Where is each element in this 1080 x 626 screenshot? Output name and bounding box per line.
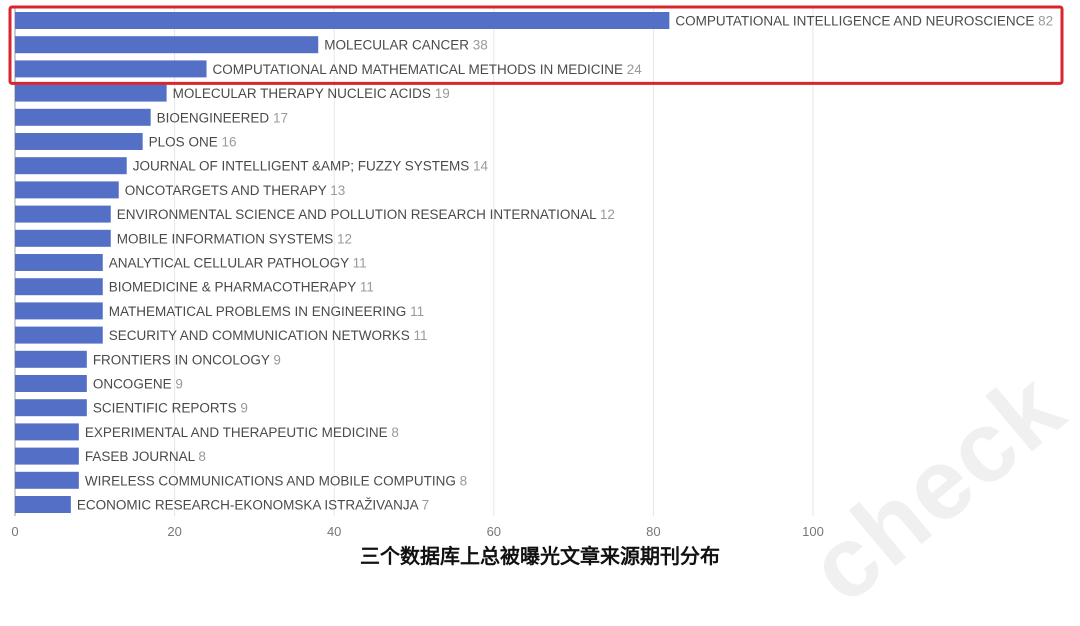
bar-value: 8 [460, 473, 468, 488]
x-tick-label: 60 [487, 524, 501, 539]
bar [15, 205, 111, 223]
bar-category: MOLECULAR CANCER [324, 38, 473, 53]
bar-value: 11 [410, 304, 424, 319]
bar [15, 423, 79, 441]
bar-category: COMPUTATIONAL INTELLIGENCE AND NEUROSCIE… [675, 14, 1038, 29]
bar [15, 108, 151, 126]
bar-category: COMPUTATIONAL AND MATHEMATICAL METHODS I… [213, 62, 627, 77]
bar-category: MATHEMATICAL PROBLEMS IN ENGINEERING [109, 304, 410, 319]
x-tick-label: 80 [646, 524, 660, 539]
bar-value: 8 [391, 425, 399, 440]
bar-category: JOURNAL OF INTELLIGENT &AMP; FUZZY SYSTE… [133, 159, 473, 174]
bar-value: 13 [330, 183, 345, 198]
bar-category: ENVIRONMENTAL SCIENCE AND POLLUTION RESE… [117, 207, 600, 222]
bar [15, 181, 119, 199]
bar-category: WIRELESS COMMUNICATIONS AND MOBILE COMPU… [85, 473, 460, 488]
bar-value: 9 [175, 377, 183, 392]
bar [15, 229, 111, 247]
bar-label: FASEB JOURNAL 8 [85, 449, 206, 464]
bar-label: JOURNAL OF INTELLIGENT &AMP; FUZZY SYSTE… [133, 159, 489, 174]
bar-category: FASEB JOURNAL [85, 449, 199, 464]
bar-value: 8 [198, 449, 206, 464]
bar-label: COMPUTATIONAL AND MATHEMATICAL METHODS I… [213, 62, 643, 77]
bar-value: 19 [435, 86, 450, 101]
bar-label: WIRELESS COMMUNICATIONS AND MOBILE COMPU… [85, 473, 467, 488]
bar-label: BIOENGINEERED 17 [157, 110, 288, 125]
bar [15, 496, 71, 513]
bar-label: MATHEMATICAL PROBLEMS IN ENGINEERING 11 [109, 304, 424, 319]
bar [15, 326, 103, 344]
bar-value: 82 [1038, 14, 1053, 29]
bar-label: ENVIRONMENTAL SCIENCE AND POLLUTION RESE… [117, 207, 615, 222]
bar-value: 11 [414, 328, 428, 343]
bar-label: FRONTIERS IN ONCOLOGY 9 [93, 352, 281, 367]
bar-value: 11 [360, 280, 374, 295]
bar-label: MOBILE INFORMATION SYSTEMS 12 [117, 231, 352, 246]
bar-label: MOLECULAR CANCER 38 [324, 38, 488, 53]
bar-value: 9 [240, 401, 248, 416]
bar-value: 7 [422, 498, 430, 513]
bar-label: COMPUTATIONAL INTELLIGENCE AND NEUROSCIE… [675, 14, 1053, 29]
bar-value: 17 [273, 110, 288, 125]
bar [15, 133, 143, 150]
bar-label: PLOS ONE 16 [149, 135, 237, 150]
bar [15, 375, 87, 392]
bar-category: ECONOMIC RESEARCH-EKONOMSKA ISTRAŽIVANJA [77, 498, 422, 513]
bar [15, 60, 207, 78]
bar-label: MOLECULAR THERAPY NUCLEIC ACIDS 19 [173, 86, 450, 101]
bar-value: 16 [221, 135, 236, 150]
bar-label: ONCOTARGETS AND THERAPY 13 [125, 183, 346, 198]
bar-label: EXPERIMENTAL AND THERAPEUTIC MEDICINE 8 [85, 425, 399, 440]
bar-category: FRONTIERS IN ONCOLOGY [93, 352, 274, 367]
bar-category: ANALYTICAL CELLULAR PATHOLOGY [109, 256, 353, 271]
bar [15, 302, 103, 320]
bar-value: 11 [353, 256, 367, 271]
bar [15, 84, 167, 102]
bar-category: EXPERIMENTAL AND THERAPEUTIC MEDICINE [85, 425, 392, 440]
bar-category: BIOENGINEERED [157, 110, 273, 125]
x-tick-label: 40 [327, 524, 341, 539]
bar-value: 38 [473, 38, 488, 53]
bar-label: SCIENTIFIC REPORTS 9 [93, 401, 248, 416]
bar-value: 24 [627, 62, 643, 77]
x-tick-label: 20 [167, 524, 181, 539]
bar-value: 12 [337, 231, 352, 246]
bar-label: BIOMEDICINE & PHARMACOTHERAPY 11 [109, 280, 374, 295]
bar [15, 350, 87, 368]
bar-category: BIOMEDICINE & PHARMACOTHERAPY [109, 280, 360, 295]
bar-label: SECURITY AND COMMUNICATION NETWORKS 11 [109, 328, 428, 343]
bar [15, 254, 103, 271]
bar [15, 12, 670, 29]
bar-value: 12 [600, 207, 615, 222]
bar [15, 399, 87, 417]
bar-category: SECURITY AND COMMUNICATION NETWORKS [109, 328, 414, 343]
bar-category: MOBILE INFORMATION SYSTEMS [117, 231, 337, 246]
bar-category: MOLECULAR THERAPY NUCLEIC ACIDS [173, 86, 435, 101]
bar-category: PLOS ONE [149, 135, 222, 150]
bar [15, 157, 127, 175]
chart-caption: 三个数据库上总被曝光文章来源期刊分布 [360, 544, 720, 568]
x-tick-label: 0 [11, 524, 18, 539]
bar-label: ECONOMIC RESEARCH-EKONOMSKA ISTRAŽIVANJA… [77, 498, 429, 513]
bar-category: ONCOGENE [93, 377, 176, 392]
bar-value: 14 [473, 159, 489, 174]
bar-label: ONCOGENE 9 [93, 377, 183, 392]
bar [15, 447, 79, 465]
bar-label: ANALYTICAL CELLULAR PATHOLOGY 11 [109, 256, 367, 271]
bar-value: 9 [273, 352, 281, 367]
bar [15, 278, 103, 296]
bar [15, 36, 319, 54]
bar [15, 471, 79, 489]
bar-category: ONCOTARGETS AND THERAPY [125, 183, 331, 198]
bar-category: SCIENTIFIC REPORTS [93, 401, 241, 416]
